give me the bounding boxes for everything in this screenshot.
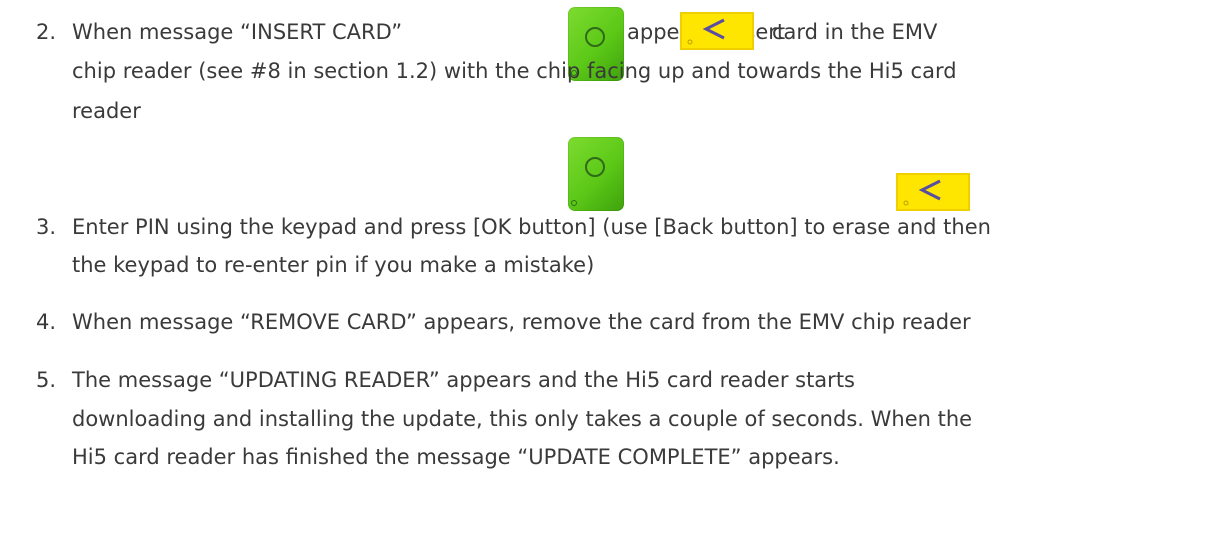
step-2-number: 2.: [36, 20, 57, 44]
step-3-number: 3.: [36, 215, 57, 239]
step-2-line-3: reader: [72, 99, 141, 123]
step-2-text-c: card in the EMV: [772, 20, 938, 44]
back-button-icon: [896, 173, 970, 211]
step-4-text: When message “REMOVE CARD” appears, remo…: [72, 310, 971, 334]
back-button-icon: [680, 12, 754, 50]
step-3-line-2: the keypad to re-enter pin if you make a…: [72, 253, 595, 277]
step-2-text-a: When message “INSERT CARD”: [72, 20, 403, 44]
step-3-text: Enter PIN using the keypad and press [OK…: [72, 215, 991, 239]
step-2-line-2: chip reader (see #8 in section 1.2) with…: [72, 59, 957, 83]
step-5-number: 5.: [36, 368, 57, 392]
step-4-number: 4.: [36, 310, 57, 334]
step-5-line-2: downloading and installing the update, t…: [72, 407, 973, 431]
ok-button-icon: [568, 137, 624, 211]
step-5-text: The message “UPDATING READER” appears an…: [72, 368, 855, 392]
step-5-line-3: Hi5 card reader has finished the message…: [72, 445, 840, 469]
